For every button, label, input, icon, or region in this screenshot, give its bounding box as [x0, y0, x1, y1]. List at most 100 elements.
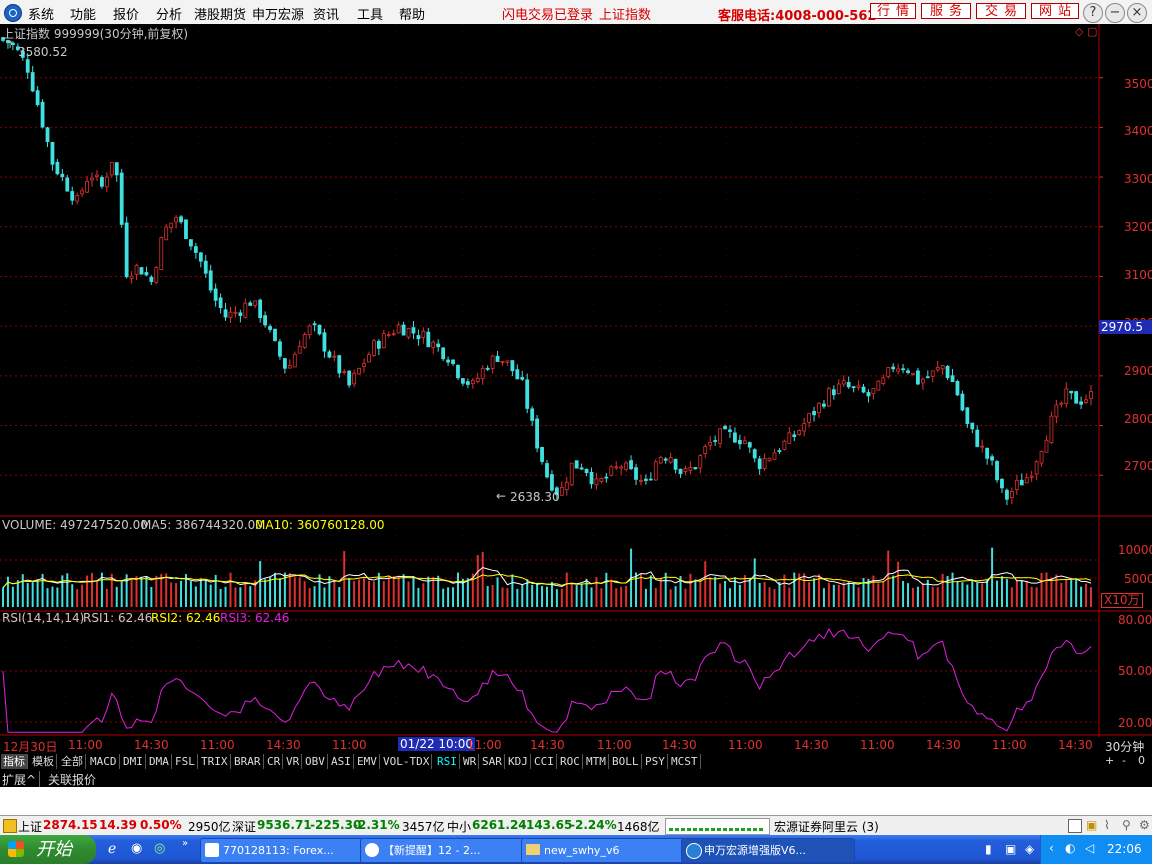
flash-trade-status[interactable]: 闪电交易已登录: [502, 4, 593, 23]
tray-icon-3[interactable]: ◈: [1025, 842, 1034, 856]
tab-trix[interactable]: TRIX: [199, 754, 231, 769]
menu-hk-futures[interactable]: 港股期货: [194, 4, 246, 23]
volume-bar: [506, 588, 509, 607]
settings-icon[interactable]: ⚙: [1139, 818, 1150, 832]
tab-dmi[interactable]: DMI: [121, 754, 146, 769]
tab-mcst[interactable]: MCST: [669, 754, 701, 769]
tray-icon-1[interactable]: ▮: [985, 842, 992, 856]
tab-模板[interactable]: 模板: [30, 754, 57, 769]
volume-bar: [684, 588, 687, 607]
signal-icon[interactable]: ⌇: [1104, 818, 1110, 832]
tray-expand-icon[interactable]: ‹: [1049, 841, 1054, 855]
menu-tools[interactable]: 工具: [357, 4, 383, 23]
volume-ma5-label: MA5: 386744320.00: [141, 518, 263, 532]
menu-function[interactable]: 功能: [70, 4, 96, 23]
broadcast-icon[interactable]: ⚲: [1122, 818, 1131, 832]
trade-button[interactable]: 交易: [976, 3, 1026, 19]
y-tick: 3200: [1124, 220, 1152, 234]
tab-mtm[interactable]: MTM: [584, 754, 609, 769]
browser-icon[interactable]: ◎: [154, 841, 165, 856]
task-swhy[interactable]: 申万宏源增强版V6...: [681, 838, 855, 863]
volume-bar: [2, 587, 4, 607]
clock[interactable]: 22:06: [1107, 842, 1142, 856]
tab-指标[interactable]: 指标: [1, 754, 28, 769]
service-button[interactable]: 服务: [921, 3, 971, 19]
volume-bar: [778, 581, 781, 607]
tab-obv[interactable]: OBV: [303, 754, 328, 769]
related-quotes-tab[interactable]: 关联报价: [48, 771, 96, 788]
volume-bar: [363, 577, 366, 607]
media-icon[interactable]: ◉: [131, 841, 142, 856]
tab-vol-tdx[interactable]: VOL-TDX: [381, 754, 433, 769]
volume-bar: [293, 577, 296, 607]
tab-sar[interactable]: SAR: [480, 754, 505, 769]
reset-button[interactable]: 0: [1138, 754, 1145, 767]
tab-roc[interactable]: ROC: [558, 754, 583, 769]
tab-全部[interactable]: 全部: [59, 754, 86, 769]
layout-icon[interactable]: [1068, 819, 1082, 833]
ie-icon[interactable]: ℯ: [108, 841, 116, 857]
tab-rsi[interactable]: RSI: [435, 754, 460, 769]
tab-macd[interactable]: MACD: [88, 754, 120, 769]
tab-boll[interactable]: BOLL: [610, 754, 642, 769]
tab-asi[interactable]: ASI: [329, 754, 354, 769]
menu-system[interactable]: 系统: [28, 4, 54, 23]
lock-icon[interactable]: ▣: [1086, 818, 1097, 832]
volume-unit: X10万: [1101, 593, 1143, 608]
volume-bar: [382, 581, 385, 607]
task-reminder[interactable]: 【新提醒】12 - 2...: [360, 838, 536, 863]
volume-bar: [402, 574, 405, 607]
tab-wr[interactable]: WR: [461, 754, 480, 769]
tab-controls: + - 0: [1100, 753, 1152, 770]
candle-body: [673, 458, 678, 470]
index-link[interactable]: 上证指数: [599, 4, 651, 23]
candle-body: [644, 478, 648, 481]
zoom-in-button[interactable]: +: [1105, 754, 1114, 767]
volume-icon[interactable]: ◁: [1085, 841, 1094, 855]
volume-tick: 5000: [1124, 572, 1152, 586]
menu-help[interactable]: 帮助: [399, 4, 425, 23]
close-button[interactable]: ×: [1127, 3, 1147, 23]
tab-cci[interactable]: CCI: [532, 754, 557, 769]
candle-body: [193, 246, 198, 253]
start-button[interactable]: 开始: [0, 835, 96, 864]
zoom-out-button[interactable]: -: [1122, 754, 1126, 767]
volume-bar: [550, 581, 553, 607]
menu-quote[interactable]: 报价: [113, 4, 139, 23]
menu-info[interactable]: 资讯: [313, 4, 339, 23]
tab-cr[interactable]: CR: [265, 754, 284, 769]
tab-kdj[interactable]: KDJ: [506, 754, 531, 769]
tab-psy[interactable]: PSY: [643, 754, 668, 769]
candle-body: [278, 341, 282, 357]
candle-body: [203, 260, 208, 274]
tab-fsl[interactable]: FSL: [173, 754, 198, 769]
server-status[interactable]: 宏源证券阿里云 (3): [774, 818, 879, 835]
task-folder[interactable]: new_swhy_v6: [521, 838, 695, 863]
website-button[interactable]: 网站: [1031, 3, 1079, 19]
menu-swhy[interactable]: 申万宏源: [252, 4, 304, 23]
candle-body: [831, 389, 836, 396]
minimize-button[interactable]: −: [1105, 3, 1125, 23]
network-icon[interactable]: ◐: [1065, 841, 1075, 855]
zx-value: 6261.24: [472, 818, 527, 832]
volume-bar: [476, 555, 479, 607]
candle-body: [663, 458, 668, 461]
help-window-button[interactable]: ?: [1083, 3, 1103, 23]
tab-emv[interactable]: EMV: [355, 754, 380, 769]
expand-icon[interactable]: ◇ ▢: [1075, 25, 1097, 38]
volume-bar: [827, 582, 830, 607]
expand-tab[interactable]: 扩展^: [2, 771, 41, 788]
tab-dma[interactable]: DMA: [147, 754, 172, 769]
task-label: new_swhy_v6: [544, 844, 620, 857]
tab-vr[interactable]: VR: [284, 754, 303, 769]
volume-bar: [1025, 581, 1028, 607]
market-button[interactable]: 行情: [870, 3, 916, 19]
menu-analysis[interactable]: 分析: [156, 4, 182, 23]
task-forex[interactable]: 770128113: Forex...: [200, 838, 374, 863]
candle-body: [1084, 399, 1088, 403]
status-menu-icon[interactable]: [3, 819, 17, 833]
chart-canvas[interactable]: [0, 24, 1152, 754]
quick-launch-more-icon[interactable]: »: [182, 838, 188, 849]
tab-brar[interactable]: BRAR: [232, 754, 264, 769]
tray-icon-2[interactable]: ▣: [1005, 842, 1016, 856]
